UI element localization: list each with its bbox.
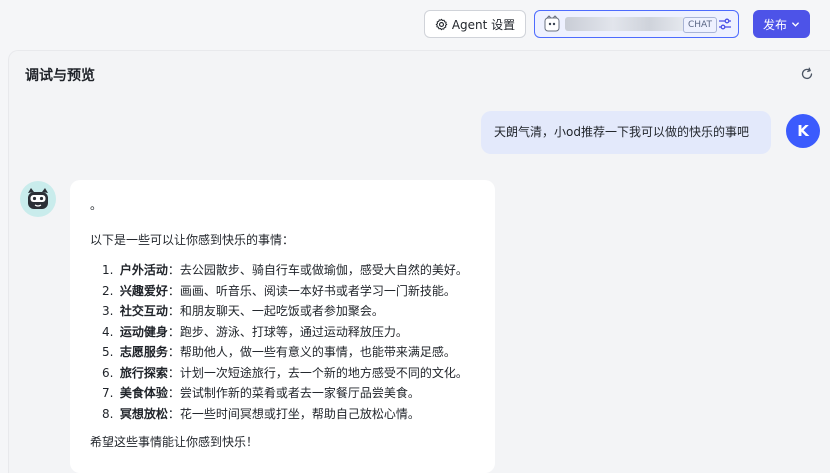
list-item-key: 兴趣爱好	[119, 283, 168, 298]
reset-icon[interactable]	[800, 67, 814, 81]
list-item: 5. 志愿服务：帮助他人，做一些有意义的事情，也能带来满足感。	[90, 342, 495, 363]
list-item-number: 6.	[102, 365, 114, 380]
list-item: 8. 冥想放松：花一些时间冥想或打坐，帮助自己放松心情。	[90, 404, 495, 425]
list-item-text: ：画画、听音乐、阅读一本好书或者学习一门新技能。	[167, 283, 456, 298]
list-item-number: 8.	[102, 406, 114, 421]
bot-message-outro: 希望这些事情能让你感到快乐！	[90, 435, 259, 449]
list-item-key: 户外活动	[119, 263, 168, 277]
list-item-number: 5.	[102, 345, 114, 359]
list-item-text: ：帮助他人，做一些有意义的事情，也能带来满足感。	[167, 345, 456, 359]
list-item-number: 2.	[102, 283, 114, 298]
publish-button[interactable]: 发布	[753, 10, 810, 38]
model-name-redacted	[565, 17, 685, 31]
panel-title: 调试与预览	[25, 68, 95, 84]
sliders-icon[interactable]	[718, 17, 732, 31]
publish-label: 发布	[762, 17, 787, 32]
list-item-text: ：花一些时间冥想或打坐，帮助自己放松心情。	[167, 406, 420, 421]
list-item: 2. 兴趣爱好：画画、听音乐、阅读一本好书或者学习一门新技能。	[90, 281, 495, 302]
bot-message-first-line: 。	[90, 198, 103, 212]
list-item-key: 运动健身	[119, 324, 168, 339]
user-avatar[interactable]: K	[786, 114, 820, 148]
gear-icon	[435, 18, 448, 30]
list-item-key: 美食体验	[119, 386, 168, 400]
list-item-key: 社交互动	[119, 304, 168, 318]
list-item-text: ：计划一次短途旅行，去一个新的地方感受不同的文化。	[167, 365, 468, 380]
list-item-text: ：和朋友聊天、一起吃饭或者参加聚会。	[167, 304, 384, 318]
list-item: 1. 户外活动：去公园散步、骑自行车或做瑜伽，感受大自然的美好。	[90, 260, 495, 281]
model-avatar-icon	[544, 15, 560, 32]
suggestion-list: 1. 户外活动：去公园散步、骑自行车或做瑜伽，感受大自然的美好。 2. 兴趣爱好…	[90, 260, 495, 424]
user-message-bubble: 天朗气清，小od推荐一下我可以做的快乐的事吧	[481, 111, 771, 154]
agent-settings-label: Agent 设置	[451, 17, 516, 32]
list-item-number: 1.	[102, 263, 114, 277]
list-item-key: 冥想放松	[119, 406, 168, 421]
list-item: 7. 美食体验：尝试制作新的菜肴或者去一家餐厅品尝美食。	[90, 383, 495, 404]
model-selector[interactable]: CHAT	[534, 10, 739, 38]
bot-message-intro: 以下是一些可以让你感到快乐的事情：	[90, 233, 295, 247]
list-item-number: 7.	[102, 386, 114, 400]
model-type-badge: CHAT	[683, 17, 718, 33]
list-item-text: ：尝试制作新的菜肴或者去一家餐厅品尝美食。	[167, 386, 420, 400]
list-item: 4. 运动健身：跑步、游泳、打球等，通过运动释放压力。	[90, 322, 495, 343]
list-item-number: 4.	[102, 324, 114, 339]
list-item-key: 旅行探索	[119, 365, 168, 380]
list-item: 3. 社交互动：和朋友聊天、一起吃饭或者参加聚会。	[90, 301, 495, 322]
bot-avatar-icon[interactable]	[20, 181, 56, 217]
list-item-text: ：跑步、游泳、打球等，通过运动释放压力。	[167, 324, 408, 339]
list-item-text: ：去公园散步、骑自行车或做瑜伽，感受大自然的美好。	[167, 263, 468, 277]
list-item-key: 志愿服务	[119, 345, 168, 359]
chevron-down-icon	[792, 21, 799, 27]
bot-message-bubble: 。 以下是一些可以让你感到快乐的事情： 1. 户外活动：去公园散步、骑自行车或做…	[70, 180, 495, 473]
top-toolbar: Agent 设置 CHAT 发布	[0, 0, 830, 48]
list-item: 6. 旅行探索：计划一次短途旅行，去一个新的地方感受不同的文化。	[90, 363, 495, 384]
list-item-number: 3.	[102, 304, 114, 318]
agent-settings-button[interactable]: Agent 设置	[424, 10, 526, 38]
